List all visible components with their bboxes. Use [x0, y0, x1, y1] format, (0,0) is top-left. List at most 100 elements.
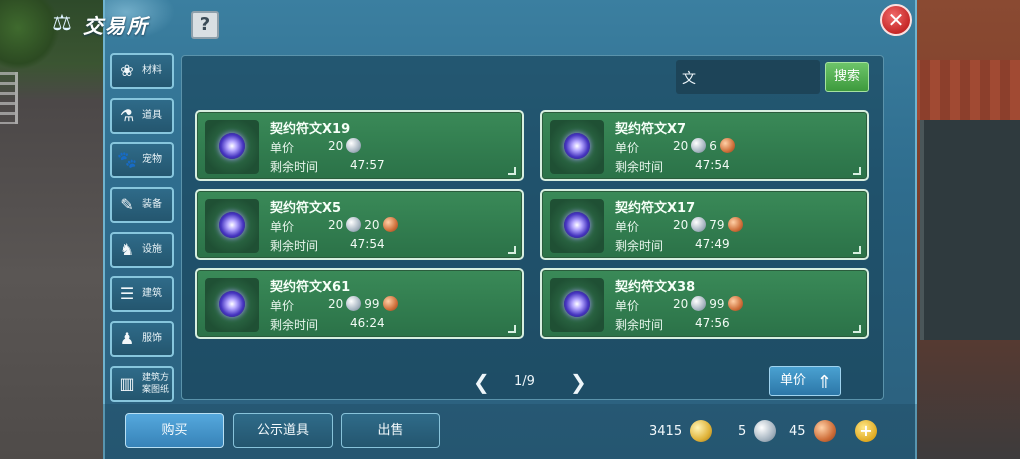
building-wall — [920, 120, 1020, 340]
page-title: 交易所 — [83, 13, 149, 38]
sidebar-item-equipment[interactable]: ✎ 装备 — [110, 187, 174, 223]
listing-card[interactable]: 契约符文X5 单价 20 20 剩余时间 47:54 — [195, 189, 524, 260]
rune-icon — [564, 133, 590, 159]
copper-amount: 20 — [364, 217, 380, 232]
silver-coin-icon — [754, 420, 777, 442]
help-button[interactable]: ? — [191, 11, 219, 39]
corner-icon — [853, 167, 861, 175]
sidebar-item-label: 设施 — [142, 244, 162, 255]
silver-coin-icon — [691, 296, 707, 311]
silver-amount: 20 — [673, 138, 689, 153]
background-left-scene — [0, 0, 105, 459]
remaining-time: 47:49 — [695, 237, 730, 251]
copper-coin-icon — [382, 296, 398, 311]
silver-amount: 20 — [673, 296, 689, 311]
props-icon: ⚗ — [119, 106, 135, 125]
item-name: 契约符文X61 — [270, 280, 351, 295]
sidebar-item-clothing[interactable]: ♟ 服饰 — [110, 321, 174, 357]
sidebar-item-buildings[interactable]: ☰ 建筑 — [110, 276, 174, 312]
time-label: 剩余时间 — [615, 318, 664, 332]
silver-coin-icon — [346, 138, 362, 153]
copper-coin-icon — [727, 217, 743, 232]
tab-sell[interactable]: 出售 — [341, 413, 440, 448]
title-bar: ⚖ 交易所 — [47, 8, 149, 40]
price-label: 单价 — [270, 141, 295, 155]
item-thumbnail — [550, 199, 604, 253]
remaining-time: 46:24 — [350, 316, 385, 330]
corner-icon — [853, 246, 861, 254]
price-label: 单价 — [615, 141, 640, 155]
sidebar-item-facilities[interactable]: ♞ 设施 — [110, 232, 174, 268]
brick-roof — [910, 60, 1020, 120]
copper-coin-icon — [813, 420, 836, 442]
tab-buy[interactable]: 购买 — [125, 413, 224, 448]
previous-page-icon[interactable]: ❮ — [473, 372, 490, 392]
copper-amount: 45 — [789, 423, 806, 439]
silver-coin-icon — [346, 296, 362, 311]
copper-balance: 45 — [789, 420, 839, 442]
clothing-icon: ♟ — [119, 329, 135, 348]
silver-balance: 5 — [738, 420, 779, 442]
search-input[interactable]: 文 — [676, 60, 820, 94]
sidebar-item-label: 材料 — [142, 65, 162, 76]
silver-coin-icon — [346, 217, 362, 232]
item-thumbnail — [550, 278, 604, 332]
remaining-time: 47:57 — [350, 158, 385, 172]
rune-icon — [219, 291, 245, 317]
gold-coin-icon — [690, 420, 713, 442]
time-label: 剩余时间 — [270, 239, 319, 253]
corner-icon — [508, 246, 516, 254]
sidebar-item-blueprints[interactable]: ▥ 建筑方 案图纸 — [110, 366, 174, 402]
item-thumbnail — [205, 199, 259, 253]
copper-coin-icon — [727, 296, 743, 311]
search-button[interactable]: 搜索 — [825, 62, 869, 92]
sidebar-item-label: 道具 — [142, 110, 162, 121]
next-page-icon[interactable]: ❯ — [570, 372, 587, 392]
listing-card[interactable]: 契约符文X61 单价 20 99 剩余时间 46:24 — [195, 268, 524, 339]
time-label: 剩余时间 — [615, 239, 664, 253]
gold-balance: 3415 — [649, 420, 715, 442]
sidebar-item-pets[interactable]: 🐾 宠物 — [110, 142, 174, 178]
item-price: 20 99 — [673, 296, 746, 311]
remaining-time: 47:56 — [695, 316, 730, 330]
item-price: 20 — [328, 138, 364, 153]
rune-icon — [219, 133, 245, 159]
rune-icon — [219, 212, 245, 238]
sort-arrow-icon: ⇑ — [816, 372, 832, 393]
listing-card[interactable]: 契约符文X19 单价 20 剩余时间 47:57 — [195, 110, 524, 181]
copper-amount: 99 — [364, 296, 380, 311]
remaining-time: 47:54 — [350, 237, 385, 251]
remaining-time: 47:54 — [695, 158, 730, 172]
page-indicator: 1/9 — [514, 374, 535, 389]
corner-icon — [853, 325, 861, 333]
item-thumbnail — [205, 120, 259, 174]
add-currency-button[interactable]: + — [855, 420, 877, 442]
silver-coin-icon — [691, 217, 707, 232]
facility-icon: ♞ — [119, 240, 135, 259]
background-right-scene — [910, 0, 1020, 459]
listing-card[interactable]: 契约符文X17 单价 20 79 剩余时间 47:49 — [540, 189, 869, 260]
sidebar-item-props[interactable]: ⚗ 道具 — [110, 98, 174, 134]
sidebar-item-materials[interactable]: ❀ 材料 — [110, 53, 174, 89]
silver-amount: 20 — [328, 217, 344, 232]
silver-amount: 20 — [673, 217, 689, 232]
copper-coin-icon — [719, 138, 735, 153]
item-name: 契约符文X19 — [270, 122, 351, 137]
fence — [0, 72, 18, 124]
silver-amount: 20 — [328, 138, 344, 153]
copper-amount: 6 — [709, 138, 717, 153]
sort-by-price-button[interactable]: 单价 ⇑ — [769, 366, 841, 396]
sidebar-item-label: 宠物 — [142, 154, 162, 165]
listing-card[interactable]: 契约符文X38 单价 20 99 剩余时间 47:56 — [540, 268, 869, 339]
sidebar-item-label: 服饰 — [142, 333, 162, 344]
listing-card[interactable]: 契约符文X7 单价 20 6 剩余时间 47:54 — [540, 110, 869, 181]
tab-public-items[interactable]: 公示道具 — [233, 413, 333, 448]
blueprint-icon: ▥ — [119, 374, 135, 393]
item-name: 契约符文X17 — [615, 201, 696, 216]
rune-icon — [564, 212, 590, 238]
close-button[interactable]: ✕ — [880, 4, 912, 36]
silver-amount: 5 — [738, 423, 747, 439]
time-label: 剩余时间 — [270, 160, 319, 174]
copper-amount: 99 — [709, 296, 725, 311]
pet-paw-icon: 🐾 — [117, 150, 137, 169]
